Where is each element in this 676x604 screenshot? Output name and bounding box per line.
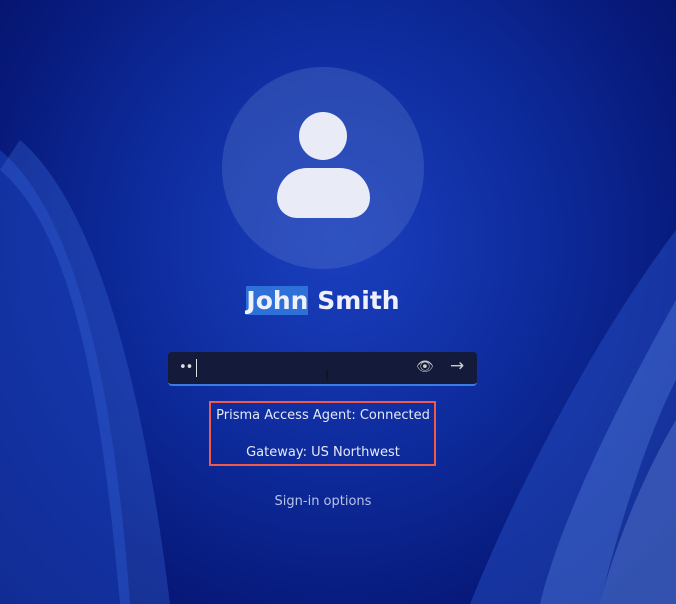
first-name: John: [246, 286, 309, 315]
agent-status: Prisma Access Agent: Connected: [216, 408, 430, 423]
last-name: Smith: [317, 286, 400, 315]
text-caret: [196, 359, 197, 377]
arrow-right-icon[interactable]: →: [450, 356, 464, 376]
user-name: John Smith: [0, 286, 646, 315]
password-input[interactable]: •• 👁 →: [168, 352, 477, 386]
avatar-person-icon: [299, 112, 347, 160]
eye-icon[interactable]: 👁: [416, 359, 434, 375]
ibeam-cursor-icon: I: [325, 368, 330, 384]
password-value: ••: [179, 360, 193, 375]
sign-in-options-link[interactable]: Sign-in options: [0, 494, 646, 509]
avatar-person-icon-body: [277, 168, 370, 218]
gateway-status: Gateway: US Northwest: [246, 445, 400, 460]
